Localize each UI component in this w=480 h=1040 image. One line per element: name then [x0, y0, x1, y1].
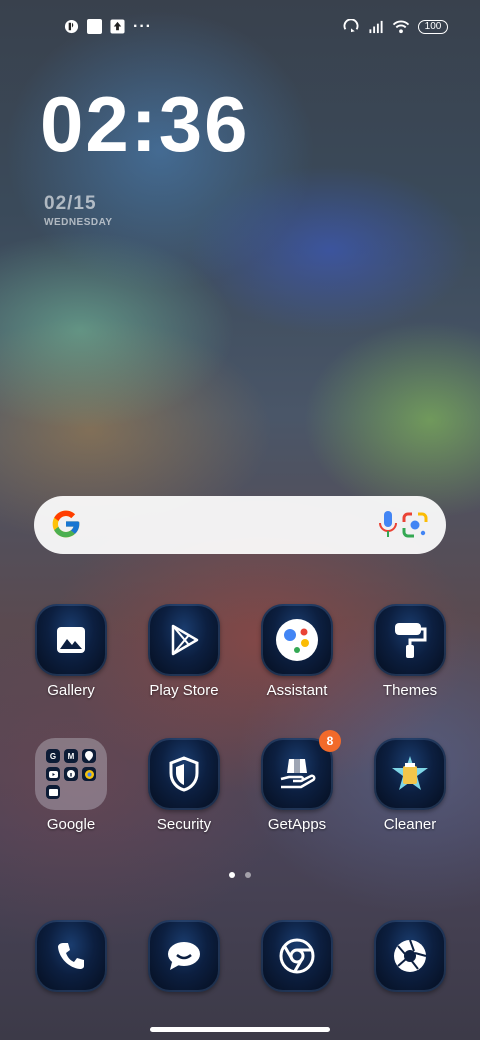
more-notifications-icon: ···	[133, 18, 152, 35]
app-label: Security	[156, 816, 212, 833]
status-bar: ··· 100	[0, 0, 480, 56]
app-label: Themes	[382, 682, 438, 699]
notification-app-icon	[64, 19, 79, 34]
app-label: Assistant	[266, 682, 328, 699]
google-mini-icon: G	[46, 749, 60, 763]
app-gallery[interactable]: Gallery	[21, 604, 121, 699]
battery-indicator: 100	[418, 19, 448, 34]
info-mini-icon	[64, 767, 78, 781]
weekday-text: WEDNESDAY	[44, 217, 113, 228]
assistant-icon	[261, 604, 333, 676]
youtube-mini-icon	[46, 767, 60, 781]
app-security[interactable]: Security	[134, 738, 234, 833]
app-getapps[interactable]: 8 GetApps	[247, 730, 347, 833]
app-label: Google	[46, 816, 96, 833]
date-widget[interactable]: 02/15 WEDNESDAY	[44, 193, 113, 228]
app-google-folder[interactable]: G M Google	[21, 738, 121, 833]
app-label: Cleaner	[383, 816, 437, 833]
getapps-icon: 8	[261, 730, 341, 810]
app-label: Gallery	[47, 682, 95, 699]
page-dot-2[interactable]	[245, 872, 251, 878]
app-cleaner[interactable]: Cleaner	[360, 738, 460, 833]
dock-chrome[interactable]	[247, 920, 347, 992]
app-label: GetApps	[267, 816, 327, 833]
notification-square-icon	[87, 19, 102, 34]
google-search-bar[interactable]	[34, 496, 446, 554]
google-g-icon	[52, 510, 80, 538]
page-dot-1[interactable]	[229, 872, 235, 878]
notification-badge: 8	[319, 730, 341, 752]
gallery-icon	[35, 604, 107, 676]
gmail-mini-icon: M	[64, 749, 78, 763]
maps-mini-icon	[82, 749, 96, 763]
app-play-store[interactable]: Play Store	[134, 604, 234, 699]
dock-camera[interactable]	[360, 920, 460, 992]
messages-icon	[148, 920, 220, 992]
clock-time[interactable]: 02:36	[40, 80, 250, 168]
notification-upload-icon	[110, 19, 125, 34]
chrome-mini-icon	[82, 767, 96, 781]
play-store-icon	[148, 604, 220, 676]
drive-mini-icon	[46, 785, 60, 799]
wifi-icon	[392, 20, 410, 34]
security-shield-icon	[148, 738, 220, 810]
microphone-icon[interactable]	[378, 510, 398, 540]
hotspot-icon	[343, 19, 359, 33]
page-indicator[interactable]	[0, 872, 480, 878]
app-label: Play Store	[149, 682, 219, 699]
app-themes[interactable]: Themes	[360, 604, 460, 699]
home-gesture-bar[interactable]	[150, 1027, 330, 1032]
dock-messages[interactable]	[134, 920, 234, 992]
date-text: 02/15	[44, 193, 97, 214]
themes-icon	[374, 604, 446, 676]
dock-phone[interactable]	[21, 920, 121, 992]
google-lens-icon[interactable]	[400, 510, 430, 540]
signal-icon	[369, 20, 383, 34]
cleaner-icon	[374, 738, 446, 810]
camera-icon	[374, 920, 446, 992]
app-assistant[interactable]: Assistant	[247, 604, 347, 699]
phone-icon	[35, 920, 107, 992]
google-folder-icon: G M	[35, 738, 107, 810]
chrome-icon	[261, 920, 333, 992]
